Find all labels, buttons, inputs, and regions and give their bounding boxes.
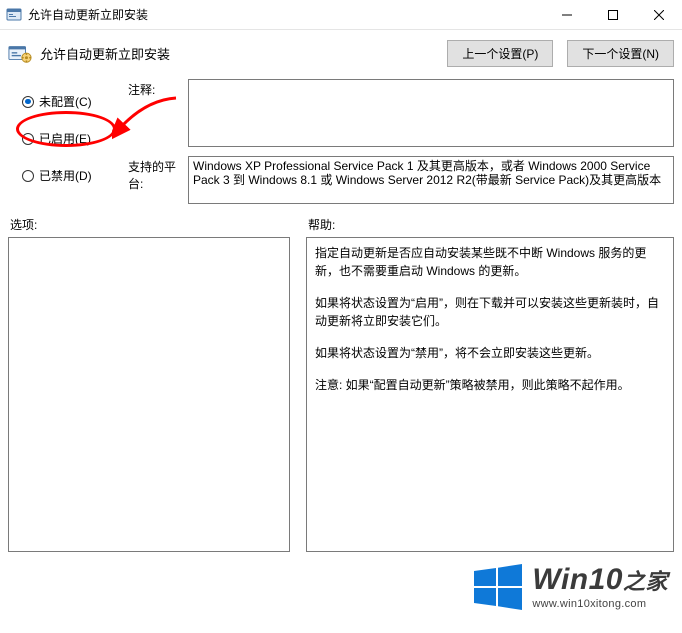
policy-icon <box>8 44 32 64</box>
titlebar: 允许自动更新立即安装 <box>0 0 682 30</box>
state-radios: 未配置(C) 已启用(E) 已禁用(D) <box>8 79 128 210</box>
maximize-button[interactable] <box>590 0 636 30</box>
policy-title: 允许自动更新立即安装 <box>40 44 170 63</box>
header: 允许自动更新立即安装 上一个设置(P) 下一个设置(N) <box>0 30 682 75</box>
supported-label: 支持的平台: <box>128 156 188 192</box>
options-label: 选项: <box>8 212 290 237</box>
upper-section: 未配置(C) 已启用(E) 已禁用(D) 注释: 支持的平台: Windows … <box>0 75 682 210</box>
radio-bullet-icon <box>22 133 34 145</box>
radio-enabled[interactable]: 已启用(E) <box>22 130 128 147</box>
comment-textarea[interactable] <box>188 79 674 147</box>
help-label: 帮助: <box>306 212 674 237</box>
radio-disabled[interactable]: 已禁用(D) <box>22 167 128 184</box>
minimize-button[interactable] <box>544 0 590 30</box>
watermark-url: www.win10xitong.com <box>532 599 668 610</box>
radio-bullet-icon <box>22 96 34 108</box>
windows-logo-icon <box>470 559 526 615</box>
help-paragraph: 如果将状态设置为“禁用”，将不会立即安装这些更新。 <box>315 344 665 362</box>
help-paragraph: 如果将状态设置为“启用”，则在下载并可以安装这些更新装时，自动更新将立即安装它们… <box>315 294 665 330</box>
app-icon <box>6 7 22 23</box>
supported-on-box[interactable]: Windows XP Professional Service Pack 1 及… <box>188 156 674 204</box>
radio-bullet-icon <box>22 170 34 182</box>
radio-label: 已启用(E) <box>39 130 91 147</box>
help-panel[interactable]: 指定自动更新是否应自动安装某些既不中断 Windows 服务的更新，也不需要重启… <box>306 237 674 552</box>
radio-not-configured[interactable]: 未配置(C) <box>22 93 128 110</box>
help-paragraph: 注意: 如果“配置自动更新”策略被禁用，则此策略不起作用。 <box>315 376 665 394</box>
window-title: 允许自动更新立即安装 <box>28 6 148 23</box>
close-button[interactable] <box>636 0 682 30</box>
options-panel[interactable] <box>8 237 290 552</box>
help-paragraph: 指定自动更新是否应自动安装某些既不中断 Windows 服务的更新，也不需要重启… <box>315 244 665 280</box>
previous-setting-button[interactable]: 上一个设置(P) <box>447 40 553 67</box>
watermark-brand: Win10之家 <box>532 565 668 595</box>
radio-label: 已禁用(D) <box>39 167 92 184</box>
radio-label: 未配置(C) <box>39 93 92 110</box>
watermark: Win10之家 www.win10xitong.com <box>470 559 668 615</box>
next-setting-button[interactable]: 下一个设置(N) <box>567 40 674 67</box>
comment-label: 注释: <box>128 79 188 98</box>
lower-section: 选项: 帮助: 指定自动更新是否应自动安装某些既不中断 Windows 服务的更… <box>0 210 682 552</box>
